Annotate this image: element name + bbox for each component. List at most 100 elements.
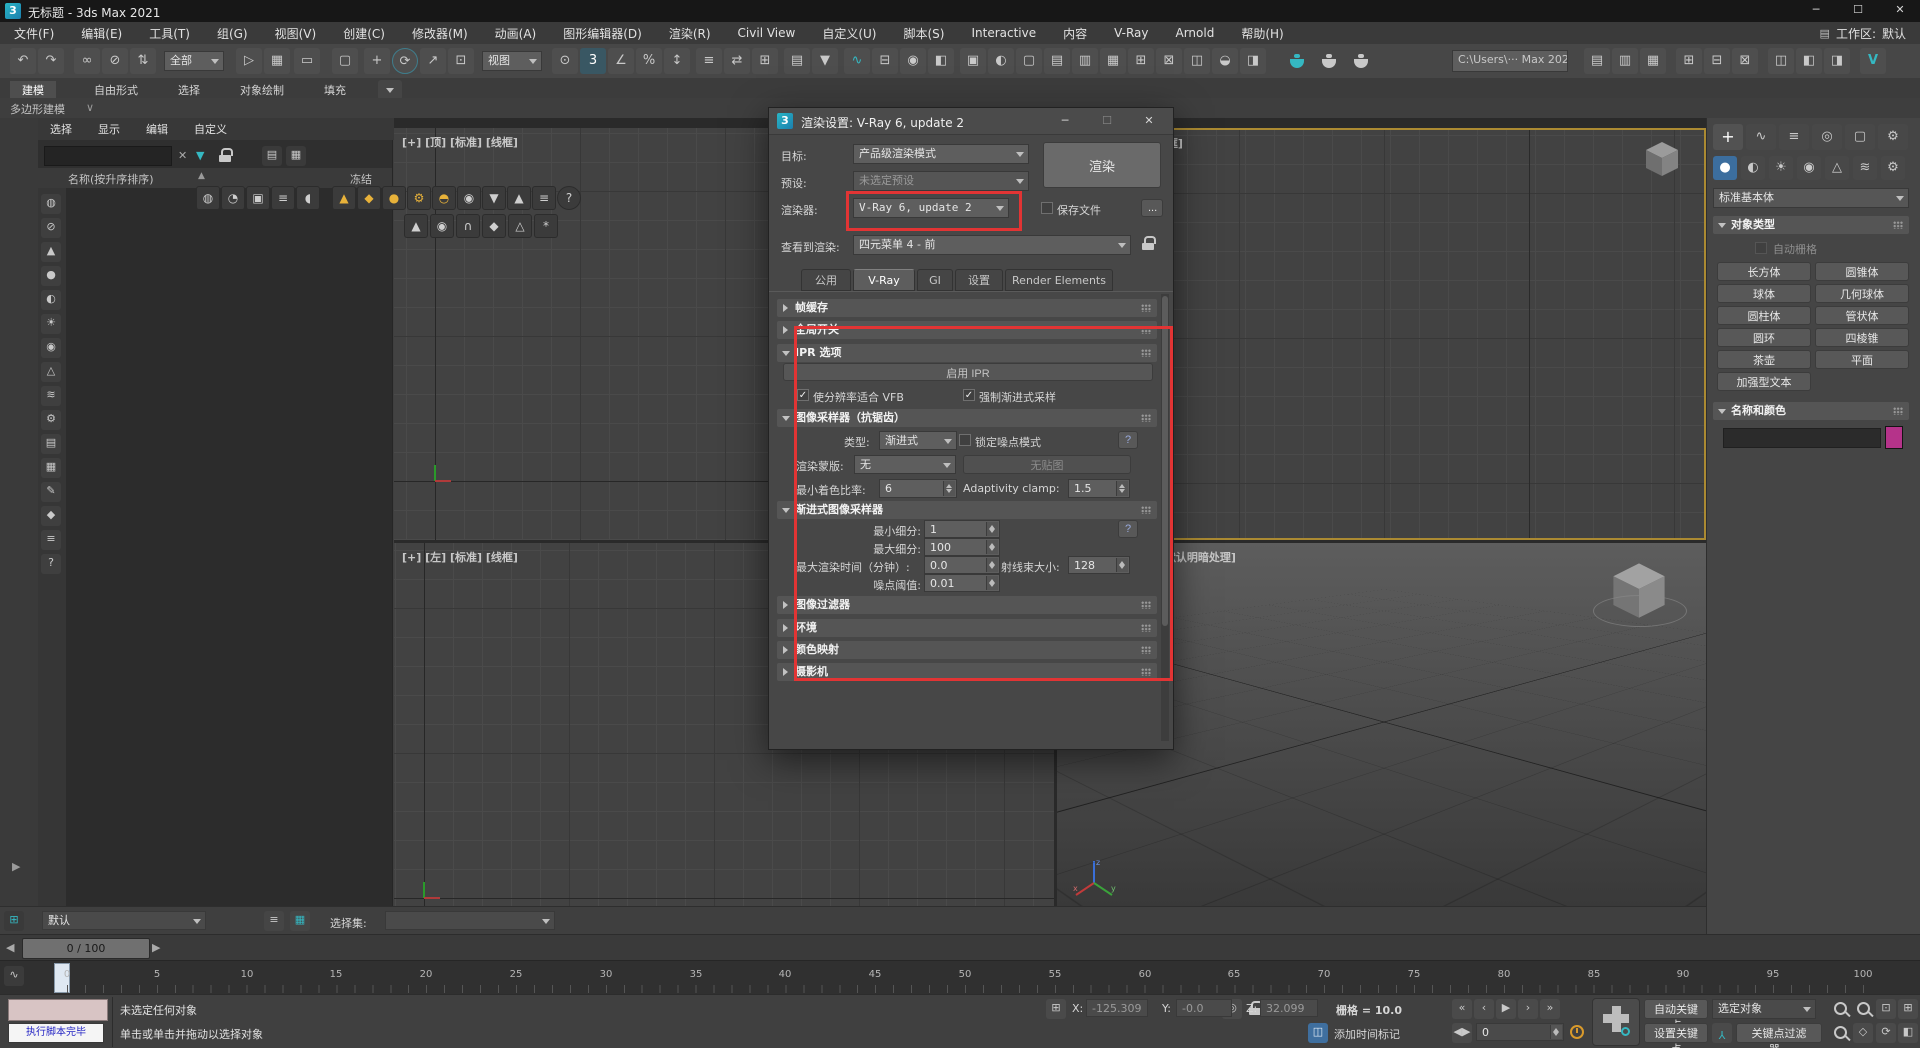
display-icon-11[interactable]: ▼ bbox=[482, 186, 506, 210]
name-color-rollout[interactable]: 名称和颜色 bbox=[1713, 402, 1909, 420]
add-time-tag-label[interactable]: 添加时间标记 bbox=[1334, 1026, 1400, 1042]
set-key-button[interactable]: 设置关键点 bbox=[1644, 1023, 1708, 1043]
go-to-start-icon[interactable]: « bbox=[1452, 999, 1472, 1019]
create-lights-icon[interactable]: ☀ bbox=[1769, 156, 1793, 180]
camera-rollout[interactable]: 摄影机 bbox=[777, 663, 1157, 681]
display2-icon-3[interactable]: ◆ bbox=[482, 214, 506, 238]
display-list-icon[interactable]: ≡ bbox=[532, 186, 556, 210]
layer-list-icon[interactable]: ≡ bbox=[264, 911, 284, 931]
ribbon-tab-selection[interactable]: 选择 bbox=[168, 82, 210, 98]
adaptivity-clamp-spinner[interactable]: 1.5 bbox=[1068, 479, 1130, 498]
explorer-filter-icon-13[interactable]: ◆ bbox=[41, 506, 61, 526]
display-icon-3[interactable]: ≡ bbox=[271, 186, 295, 210]
curve-editor-icon[interactable]: ∿ bbox=[844, 48, 870, 74]
viewcube[interactable] bbox=[1642, 138, 1682, 178]
create-spacewarps-icon[interactable]: ≋ bbox=[1853, 156, 1877, 180]
explorer-filter-icon-5[interactable]: ☀ bbox=[41, 314, 61, 334]
mirror-icon[interactable]: ⇄ bbox=[724, 48, 750, 74]
category-dropdown[interactable]: 标准基本体 bbox=[1713, 188, 1909, 208]
align-icon[interactable]: ⊞ bbox=[752, 48, 778, 74]
sampler-help-button[interactable]: ? bbox=[1118, 431, 1138, 449]
create-cylinder-button[interactable]: 圆柱体 bbox=[1717, 306, 1811, 325]
enable-ipr-button[interactable]: 启用 IPR bbox=[783, 363, 1153, 381]
progressive-help-button[interactable]: ? bbox=[1118, 520, 1138, 538]
z-coordinate-field[interactable]: 32.099 bbox=[1260, 999, 1318, 1017]
create-pyramid-button[interactable]: 四棱锥 bbox=[1815, 328, 1909, 347]
preset-dropdown[interactable]: 未选定预设 bbox=[853, 171, 1029, 191]
explorer-search-input[interactable] bbox=[44, 146, 172, 166]
pan-view-icon[interactable]: ◇ bbox=[1853, 1023, 1873, 1043]
set-keys-button[interactable] bbox=[1592, 998, 1640, 1046]
explorer-grid-view-icon[interactable]: ▦ bbox=[286, 146, 306, 166]
save-file-checkbox[interactable] bbox=[1041, 202, 1053, 214]
orbit-icon[interactable]: ⟳ bbox=[1876, 1023, 1896, 1043]
tab-gi[interactable]: GI bbox=[917, 269, 953, 291]
display-icon-12[interactable]: ▲ bbox=[507, 186, 531, 210]
toolbar-icon-40[interactable]: ▦ bbox=[1640, 48, 1666, 74]
create-textplus-button[interactable]: 加强型文本 bbox=[1717, 372, 1811, 391]
ribbon-tab-modeling[interactable]: 建模 bbox=[10, 81, 56, 99]
menu-arnold[interactable]: Arnold bbox=[1176, 26, 1215, 40]
toolbar-icon-36[interactable]: ◒ bbox=[1212, 48, 1238, 74]
zoom-extents-all-icon[interactable]: ⊞ bbox=[1898, 999, 1918, 1019]
tab-render-elements[interactable]: Render Elements bbox=[1005, 269, 1113, 291]
toolbar-icon-45[interactable]: ◧ bbox=[1796, 48, 1822, 74]
global-switches-rollout[interactable]: 全局开关 bbox=[777, 321, 1157, 339]
select-by-name-icon[interactable]: ▦ bbox=[264, 48, 290, 74]
create-plane-button[interactable]: 平面 bbox=[1815, 350, 1909, 369]
toolbar-icon-37[interactable]: ◨ bbox=[1240, 48, 1266, 74]
menu-content[interactable]: 内容 bbox=[1063, 25, 1087, 42]
select-and-link-icon[interactable]: ∞ bbox=[74, 48, 100, 74]
ray-bundle-spinner[interactable]: 128 bbox=[1068, 556, 1130, 574]
play-animation-icon[interactable]: ▶ bbox=[1496, 999, 1516, 1019]
angle-snap-icon[interactable]: ∠ bbox=[608, 48, 634, 74]
tab-common[interactable]: 公用 bbox=[801, 269, 851, 291]
maxscript-mini-listener[interactable] bbox=[8, 999, 108, 1021]
layout-expand-icon[interactable]: ▶ bbox=[12, 860, 20, 873]
explorer-clear-search-icon[interactable]: ✕ bbox=[178, 149, 187, 162]
select-and-scale-icon[interactable]: ↗ bbox=[420, 48, 446, 74]
display2-icon-0[interactable]: ▲ bbox=[404, 214, 428, 238]
explorer-filter-icon-2[interactable]: ▲ bbox=[41, 242, 61, 262]
explorer-filter-icon-0[interactable]: ◍ bbox=[41, 194, 61, 214]
time-configuration-icon[interactable] bbox=[1570, 1025, 1584, 1039]
environment-rollout[interactable]: 环境 bbox=[777, 619, 1157, 637]
toolbar-icon-32[interactable]: ▦ bbox=[1100, 48, 1126, 74]
toolbar-icon-26[interactable]: ◧ bbox=[928, 48, 954, 74]
object-color-swatch[interactable] bbox=[1885, 426, 1903, 449]
active-layer-dropdown[interactable]: 默认 bbox=[42, 911, 206, 930]
create-helpers-icon[interactable]: △ bbox=[1825, 156, 1849, 180]
viewcube-compass-ring[interactable] bbox=[1593, 595, 1687, 627]
menu-views[interactable]: 视图(V) bbox=[275, 25, 317, 42]
ribbon-panel-polymodeling[interactable]: 多边形建模 bbox=[10, 101, 65, 117]
panel-tab-motion-icon[interactable]: ◎ bbox=[1812, 124, 1842, 150]
display-icon-9[interactable]: ◓ bbox=[432, 186, 456, 210]
explorer-name-column[interactable]: 名称(按升序排序) bbox=[68, 171, 154, 187]
create-systems-icon[interactable]: ⚙ bbox=[1881, 156, 1905, 180]
autogrid-checkbox[interactable] bbox=[1755, 242, 1767, 254]
viewport-left-label[interactable]: [+] [左] [标准] [线框] bbox=[402, 549, 518, 565]
display-icon-10[interactable]: ◉ bbox=[457, 186, 481, 210]
explorer-filter-icon-11[interactable]: ▦ bbox=[41, 458, 61, 478]
create-geometry-icon[interactable]: ● bbox=[1713, 156, 1737, 180]
bind-to-space-warp-icon[interactable]: ⇅ bbox=[130, 48, 156, 74]
render-mask-dropdown[interactable]: 无 bbox=[854, 455, 956, 474]
explorer-list-view-icon[interactable]: ▤ bbox=[262, 146, 282, 166]
max-render-time-spinner[interactable]: 0.0 bbox=[924, 556, 1000, 574]
toolbar-icon-44[interactable]: ◫ bbox=[1768, 48, 1794, 74]
explorer-filter-icon-8[interactable]: ≋ bbox=[41, 386, 61, 406]
explorer-filter-icon-12[interactable]: ✎ bbox=[41, 482, 61, 502]
ribbon-options-icon[interactable] bbox=[378, 80, 402, 100]
toolbar-icon-33[interactable]: ⊞ bbox=[1128, 48, 1154, 74]
panel-tab-display-icon[interactable]: ▢ bbox=[1845, 124, 1875, 150]
force-progressive-checkbox[interactable]: ✓ bbox=[963, 389, 975, 401]
explorer-filter-icon-1[interactable]: ⊘ bbox=[41, 218, 61, 238]
project-folder-field[interactable]: C:\Users\··· Max 2021 bbox=[1452, 50, 1568, 72]
zoom-extents-icon[interactable]: ⊡ bbox=[1876, 999, 1896, 1019]
create-sphere-button[interactable]: 球体 bbox=[1717, 284, 1811, 303]
display-icon-0[interactable]: ◍ bbox=[196, 186, 220, 210]
explorer-filter-funnel-icon[interactable]: ▼ bbox=[196, 149, 204, 162]
toolbar-icon-29[interactable]: ▢ bbox=[1016, 48, 1042, 74]
menu-scripting[interactable]: 脚本(S) bbox=[903, 25, 944, 42]
max-subdivs-spinner[interactable]: 100 bbox=[924, 538, 1000, 556]
